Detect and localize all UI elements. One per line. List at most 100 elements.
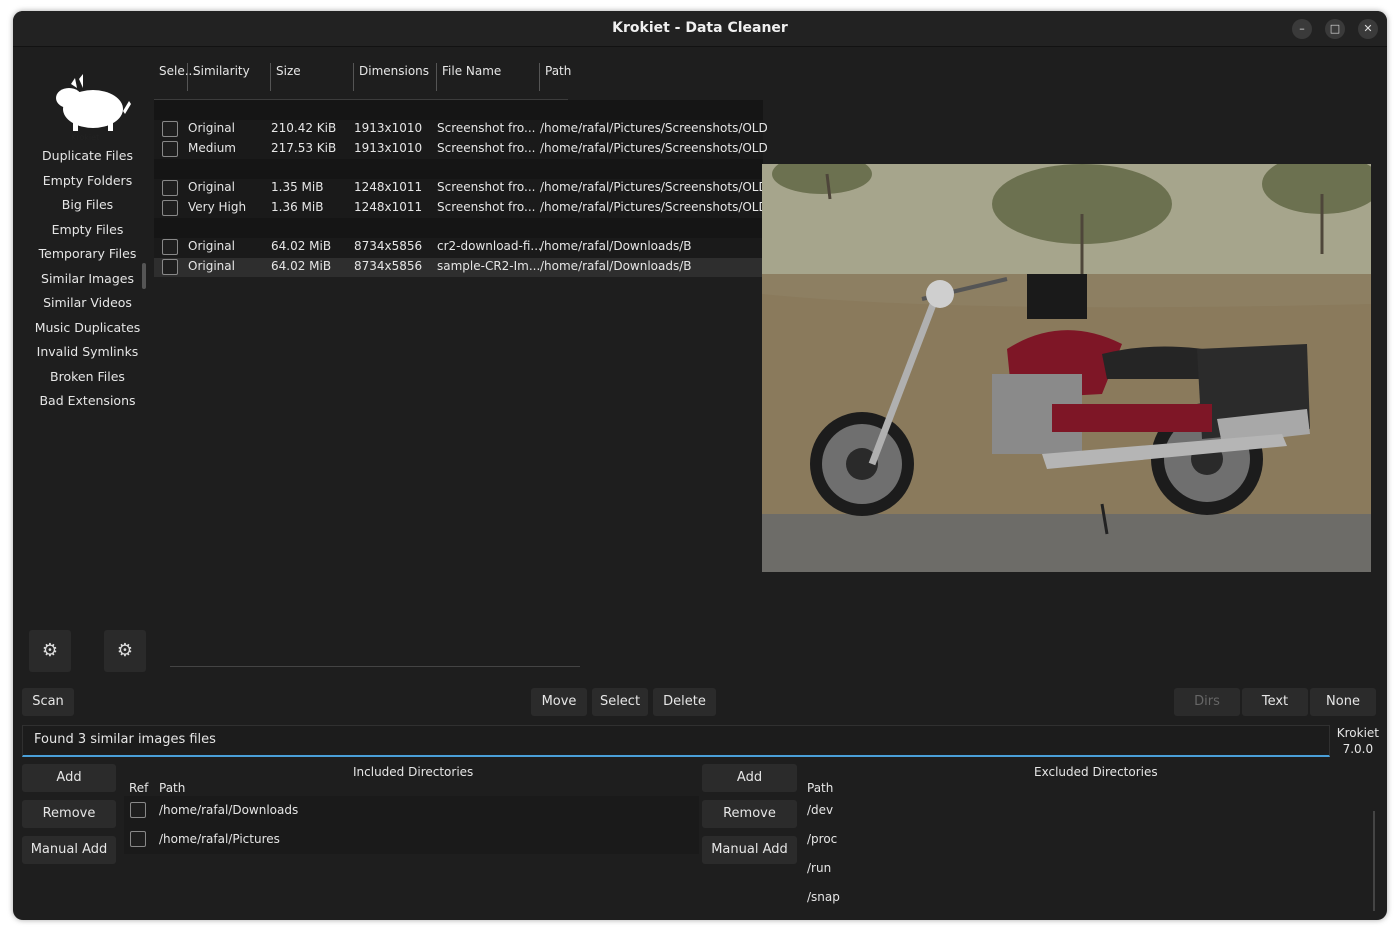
title-bar: Krokiet - Data Cleaner – □ ✕ bbox=[13, 11, 1387, 47]
column-select[interactable]: Sele... bbox=[154, 63, 196, 91]
window-title: Krokiet - Data Cleaner bbox=[612, 20, 788, 36]
similarity-cell: Original bbox=[188, 121, 235, 135]
sidebar-item-empty-folders[interactable]: Empty Folders bbox=[31, 172, 144, 197]
scan-button[interactable]: Scan bbox=[22, 688, 74, 716]
path-cell: /home/rafal/Downloads/B bbox=[540, 258, 692, 273]
path-cell: /home/rafal/Pictures/Screenshots/OLD bbox=[540, 199, 768, 214]
sidebar-item-duplicate-files[interactable]: Duplicate Files bbox=[31, 147, 144, 172]
path-cell: /home/rafal/Pictures/Screenshots/OLD bbox=[540, 180, 768, 194]
similarity-cell: Original bbox=[188, 258, 235, 273]
included-path-item[interactable]: /home/rafal/Downloads bbox=[159, 803, 298, 817]
filename-cell: sample-CR2-Im... bbox=[437, 258, 541, 273]
dimensions-cell: 1913x1010 bbox=[354, 121, 423, 135]
dimensions-cell: 1248x1011 bbox=[354, 180, 423, 194]
sidebar-item-empty-files[interactable]: Empty Files bbox=[31, 221, 144, 246]
ref-column-header: Ref bbox=[129, 781, 149, 795]
included-remove-button[interactable]: Remove bbox=[22, 800, 116, 828]
sidebar-item-big-files[interactable]: Big Files bbox=[31, 196, 144, 221]
excluded-add-button[interactable]: Add bbox=[702, 764, 797, 792]
ref-checkbox[interactable] bbox=[130, 831, 146, 847]
included-path-item[interactable]: /home/rafal/Pictures bbox=[159, 832, 280, 846]
sidebar-item-broken-files[interactable]: Broken Files bbox=[31, 368, 144, 393]
column-dimensions[interactable]: Dimensions bbox=[354, 63, 437, 91]
included-path-column-header: Path bbox=[159, 781, 186, 795]
table-row[interactable]: Very High 1.36 MiB 1248x1011 Screenshot … bbox=[154, 198, 768, 218]
app-name: Krokiet bbox=[1336, 726, 1379, 740]
row-checkbox[interactable] bbox=[162, 180, 178, 196]
included-manual-add-button[interactable]: Manual Add bbox=[22, 836, 116, 864]
sidebar-item-similar-images[interactable]: Similar Images bbox=[31, 270, 144, 295]
excluded-path-item[interactable]: /snap bbox=[807, 890, 840, 904]
path-cell: /home/rafal/Pictures/Screenshots/OLD bbox=[540, 121, 768, 135]
row-checkbox[interactable] bbox=[162, 121, 178, 137]
table-row[interactable]: Medium 217.53 KiB 1913x1010 Screenshot f… bbox=[154, 139, 768, 159]
included-add-button[interactable]: Add bbox=[22, 764, 116, 792]
row-checkbox[interactable] bbox=[162, 239, 178, 255]
subsettings-button[interactable]: ⚙ bbox=[104, 630, 146, 672]
path-cell: /home/rafal/Downloads/B bbox=[540, 239, 692, 253]
column-file-name[interactable]: File Name bbox=[437, 63, 540, 91]
move-button[interactable]: Move bbox=[531, 688, 587, 716]
sidebar-active-indicator bbox=[142, 263, 146, 289]
excluded-path-item[interactable]: /proc bbox=[807, 832, 837, 846]
gear-list-icon: ⚙ bbox=[116, 640, 134, 661]
filename-cell: Screenshot fro... bbox=[437, 199, 536, 214]
similarity-cell: Very High bbox=[188, 199, 247, 214]
sidebar-item-bad-extensions[interactable]: Bad Extensions bbox=[31, 392, 144, 417]
filename-cell: Screenshot fro... bbox=[437, 140, 536, 155]
excluded-directories-title: Excluded Directories bbox=[1034, 765, 1158, 779]
table-row[interactable]: Original 64.02 MiB 8734x5856 cr2-downloa… bbox=[154, 238, 763, 258]
row-checkbox[interactable] bbox=[162, 258, 178, 275]
select-button[interactable]: Select bbox=[592, 688, 648, 716]
excluded-path-item[interactable]: /dev bbox=[807, 803, 833, 817]
included-directories-title: Included Directories bbox=[353, 765, 474, 779]
app-version: 7.0.0 bbox=[1342, 742, 1374, 756]
size-cell: 217.53 KiB bbox=[271, 140, 337, 155]
progress-divider bbox=[170, 666, 580, 667]
included-directories-list: /home/rafal/Downloads /home/rafal/Pictur… bbox=[124, 796, 699, 854]
minimize-button[interactable]: – bbox=[1292, 19, 1312, 39]
none-toggle[interactable]: None bbox=[1310, 688, 1376, 716]
column-similarity[interactable]: Similarity bbox=[188, 63, 271, 91]
column-size[interactable]: Size bbox=[271, 63, 354, 91]
krokiet-logo: Krokiet bbox=[53, 66, 133, 142]
table-row[interactable]: Original 1.35 MiB 1248x1011 Screenshot f… bbox=[154, 179, 768, 199]
sidebar-item-invalid-symlinks[interactable]: Invalid Symlinks bbox=[31, 343, 144, 368]
sidebar-item-music-duplicates[interactable]: Music Duplicates bbox=[31, 319, 144, 344]
dimensions-cell: 8734x5856 bbox=[354, 258, 423, 273]
row-checkbox[interactable] bbox=[162, 140, 178, 157]
similarity-cell: Original bbox=[188, 239, 235, 253]
group-separator bbox=[154, 159, 763, 179]
sidebar: Duplicate Files Empty Folders Big Files … bbox=[31, 147, 144, 417]
table-row[interactable]: Original 210.42 KiB 1913x1010 Screenshot… bbox=[154, 120, 768, 140]
excluded-manual-add-button[interactable]: Manual Add bbox=[702, 836, 797, 864]
column-path[interactable]: Path bbox=[540, 63, 571, 91]
row-checkbox[interactable] bbox=[162, 199, 178, 216]
sidebar-item-similar-videos[interactable]: Similar Videos bbox=[31, 294, 144, 319]
excluded-remove-button[interactable]: Remove bbox=[702, 800, 797, 828]
excluded-path-item[interactable]: /run bbox=[807, 861, 831, 875]
close-button[interactable]: ✕ bbox=[1358, 19, 1378, 39]
excluded-scrollbar[interactable] bbox=[1373, 811, 1375, 911]
maximize-button[interactable]: □ bbox=[1325, 19, 1345, 39]
image-preview bbox=[762, 164, 1371, 572]
path-cell: /home/rafal/Pictures/Screenshots/OLD bbox=[540, 140, 768, 155]
svg-text:Krokiet: Krokiet bbox=[71, 133, 99, 141]
app-window: Krokiet - Data Cleaner – □ ✕ Krokiet Dup… bbox=[13, 11, 1387, 920]
size-cell: 1.36 MiB bbox=[271, 199, 324, 214]
size-cell: 1.35 MiB bbox=[271, 180, 324, 194]
ref-checkbox[interactable] bbox=[130, 802, 146, 818]
filename-cell: Screenshot fro... bbox=[437, 180, 536, 194]
group-separator bbox=[154, 218, 763, 238]
filename-cell: cr2-download-fi... bbox=[437, 239, 542, 253]
size-cell: 210.42 KiB bbox=[271, 121, 337, 135]
sidebar-item-temporary-files[interactable]: Temporary Files bbox=[31, 245, 144, 270]
dirs-toggle[interactable]: Dirs bbox=[1174, 688, 1240, 716]
dimensions-cell: 1913x1010 bbox=[354, 140, 423, 155]
size-cell: 64.02 MiB bbox=[271, 239, 332, 253]
table-row-selected[interactable]: Original 64.02 MiB 8734x5856 sample-CR2-… bbox=[154, 257, 763, 277]
excluded-directories-list: /dev /proc /run /snap bbox=[803, 796, 1376, 911]
settings-button[interactable]: ⚙ bbox=[29, 630, 71, 672]
delete-button[interactable]: Delete bbox=[653, 688, 716, 716]
text-toggle[interactable]: Text bbox=[1242, 688, 1308, 716]
